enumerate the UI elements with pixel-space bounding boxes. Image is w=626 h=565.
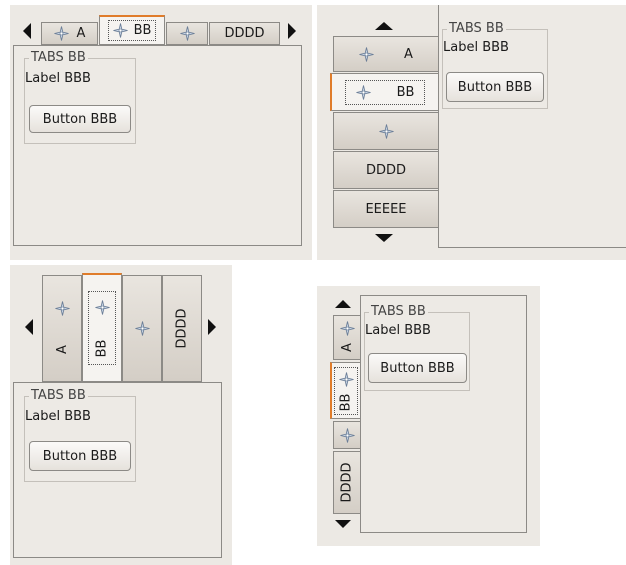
tab-dddd[interactable]: DDDD bbox=[333, 151, 439, 189]
frame-title: TABS BB bbox=[447, 21, 506, 37]
label-bbb: Label BBB bbox=[25, 71, 91, 86]
tab-label: A bbox=[339, 342, 355, 352]
tab-dddd[interactable]: DDDD bbox=[333, 451, 361, 514]
triangle-right-icon[interactable] bbox=[288, 23, 296, 39]
tab-label: A bbox=[54, 344, 70, 354]
tab-page: TABS BB Label BBB Button BBB bbox=[360, 295, 527, 533]
notebook-top-tabs: A BB DDDD TABS BB Label BBB Button BBB bbox=[10, 5, 312, 260]
triangle-up-icon[interactable] bbox=[375, 22, 393, 30]
tab-icon-only[interactable] bbox=[333, 112, 439, 150]
tab-page: TABS BB Label BBB Button BBB bbox=[438, 5, 626, 248]
tab-bb[interactable]: BB bbox=[82, 273, 122, 382]
notebook-left-tabs: A BB DDDD EEEEE TABS BB Label BBB Button… bbox=[317, 5, 626, 260]
tab-dddd[interactable]: DDDD bbox=[209, 22, 280, 45]
tab-label: DDDD bbox=[174, 308, 190, 349]
triangle-left-icon[interactable] bbox=[23, 23, 31, 39]
tab-page: TABS BB Label BBB Button BBB bbox=[13, 382, 222, 558]
tab-icon-only[interactable] bbox=[166, 22, 208, 45]
tab-bb[interactable]: BB bbox=[99, 15, 165, 45]
plus-cross-icon bbox=[95, 300, 110, 315]
plus-cross-icon bbox=[340, 321, 355, 336]
tab-a[interactable]: A bbox=[333, 36, 439, 72]
plus-cross-icon bbox=[113, 23, 128, 38]
plus-cross-icon bbox=[55, 301, 70, 316]
notebook-top-vertical-tabs: A BB DDDD TABS BB Label BBB Button BBB bbox=[10, 265, 232, 565]
plus-cross-icon bbox=[379, 124, 394, 139]
plus-cross-icon bbox=[359, 47, 374, 62]
tab-label: DDDD bbox=[365, 162, 407, 178]
tab-label: BB bbox=[133, 23, 152, 38]
button-bbb[interactable]: Button BBB bbox=[29, 105, 131, 133]
plus-cross-icon bbox=[356, 85, 371, 100]
tab-a[interactable]: A bbox=[41, 22, 98, 45]
triangle-up-icon[interactable] bbox=[335, 300, 351, 308]
triangle-right-icon[interactable] bbox=[208, 319, 216, 335]
tab-a[interactable]: A bbox=[333, 315, 361, 360]
button-bbb[interactable]: Button BBB bbox=[446, 72, 544, 102]
tab-eeeee[interactable]: EEEEE bbox=[333, 190, 439, 228]
triangle-left-icon[interactable] bbox=[25, 319, 33, 335]
button-bbb[interactable]: Button BBB bbox=[368, 353, 467, 383]
tab-label: BB bbox=[338, 393, 354, 411]
tab-label: BB bbox=[94, 339, 110, 358]
plus-cross-icon bbox=[180, 26, 195, 41]
tab-label: DDDD bbox=[224, 26, 265, 41]
notebook-left-vertical-tabs: A BB DDDD TABS BB Label BBB Button BBB bbox=[317, 286, 540, 546]
button-bbb[interactable]: Button BBB bbox=[29, 441, 131, 471]
tab-icon-only[interactable] bbox=[333, 421, 361, 449]
label-bbb: Label BBB bbox=[365, 323, 431, 338]
triangle-down-icon[interactable] bbox=[375, 234, 393, 242]
tab-label: A bbox=[76, 26, 86, 41]
tab-bb[interactable]: BB bbox=[330, 362, 361, 419]
tab-label: A bbox=[404, 46, 413, 62]
plus-cross-icon bbox=[340, 428, 355, 443]
tab-icon-only[interactable] bbox=[122, 275, 162, 382]
label-bbb: Label BBB bbox=[443, 40, 509, 55]
tab-bb[interactable]: BB bbox=[330, 73, 439, 111]
frame-title: TABS BB bbox=[29, 388, 88, 404]
plus-cross-icon bbox=[54, 26, 69, 41]
frame-title: TABS BB bbox=[369, 304, 428, 320]
plus-cross-icon bbox=[339, 372, 354, 387]
frame-title: TABS BB bbox=[29, 50, 88, 66]
tab-label: EEEEE bbox=[365, 201, 407, 217]
tab-page: TABS BB Label BBB Button BBB bbox=[13, 45, 302, 246]
tab-label: DDDD bbox=[339, 462, 355, 503]
tab-dddd[interactable]: DDDD bbox=[162, 275, 202, 382]
label-bbb: Label BBB bbox=[25, 409, 91, 424]
tab-label: BB bbox=[396, 84, 415, 100]
plus-cross-icon bbox=[135, 321, 150, 336]
tab-a[interactable]: A bbox=[42, 275, 82, 382]
triangle-down-icon[interactable] bbox=[335, 520, 351, 528]
